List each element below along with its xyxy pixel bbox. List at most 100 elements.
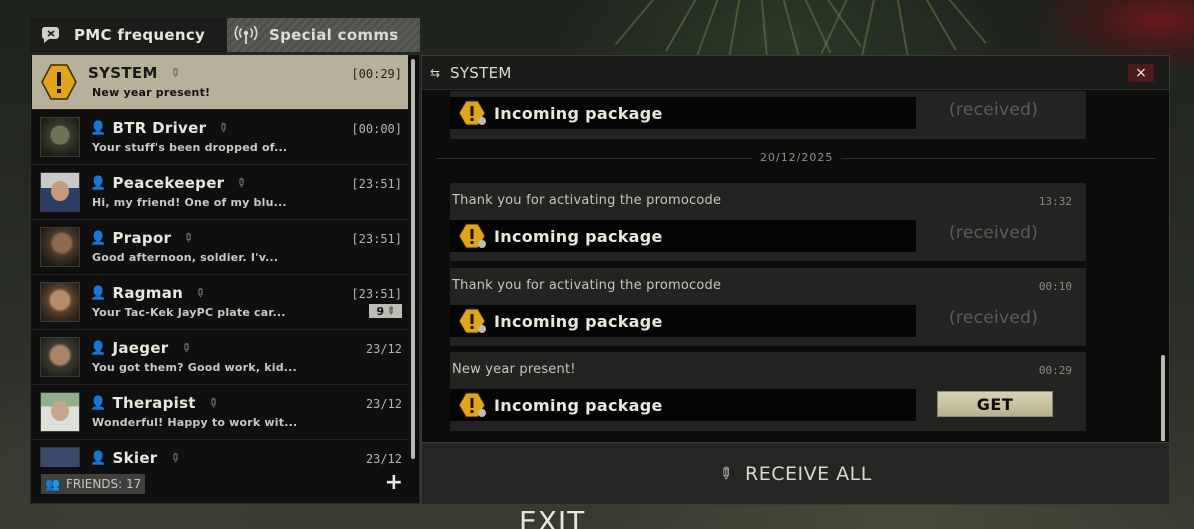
avatar <box>40 117 80 157</box>
pmc-chat-icon <box>38 22 64 48</box>
friends-icon: 👥 <box>45 477 60 491</box>
chat-item-peacekeeper[interactable]: 👤 Peacekeeper ✎ [23:51] Hi, my friend! O… <box>32 165 408 220</box>
message-card: Thank you for activating the promocode 1… <box>450 183 1086 261</box>
radio-antenna-icon <box>233 22 259 48</box>
pin-icon[interactable]: ✎ <box>177 339 194 356</box>
avatar <box>40 447 80 467</box>
chat-name: 👤 Peacekeeper ✎ <box>90 174 251 192</box>
tab-special-comms[interactable]: Special comms <box>227 18 420 52</box>
system-warning-icon <box>41 64 77 100</box>
message-time: 00:10 <box>1038 280 1072 293</box>
pin-icon[interactable]: ✎ <box>166 449 183 466</box>
message-time: 00:29 <box>1038 364 1072 377</box>
pin-icon[interactable]: ✎ <box>215 119 232 136</box>
user-icon: 👤 <box>90 450 107 466</box>
get-button[interactable]: GET <box>937 391 1053 417</box>
package-warning-icon <box>458 223 486 249</box>
chat-time: [00:00] <box>351 122 402 136</box>
received-status: (received) <box>949 223 1039 243</box>
user-icon: 👤 <box>90 395 107 411</box>
pin-icon[interactable]: ✎ <box>192 284 209 301</box>
chat-time: 23/12 <box>365 452 402 466</box>
message-text: Thank you for activating the promocode <box>452 193 722 208</box>
incoming-package[interactable]: Incoming package <box>450 305 916 337</box>
chat-item-jaeger[interactable]: 👤 Jaeger ✎ 23/12 You got them? Good work… <box>32 330 408 385</box>
incoming-package[interactable]: Incoming package <box>450 389 916 421</box>
chat-time: [23:51] <box>351 287 402 301</box>
avatar <box>40 392 80 432</box>
chat-list-footer: 👥 FRIENDS: 17 + <box>31 467 419 503</box>
tab-special-label: Special comms <box>269 26 399 44</box>
avatar <box>40 172 80 212</box>
incoming-package[interactable]: Incoming package <box>450 97 916 129</box>
system-chat-icon: ⇆ <box>430 65 441 80</box>
chat-preview: New year present! <box>92 86 211 99</box>
conversation-header: ⇆ SYSTEM × <box>422 56 1169 90</box>
chat-time: 23/12 <box>365 397 402 411</box>
comms-tabs: PMC frequency Special comms <box>30 18 420 52</box>
chat-name: 👤 Skier ✎ <box>90 449 184 467</box>
message-card: Incoming package (received) <box>450 91 1086 139</box>
tab-pmc-label: PMC frequency <box>74 26 206 44</box>
incoming-package[interactable]: Incoming package <box>450 220 916 252</box>
chat-item-ragman[interactable]: 👤 Ragman ✎ [23:51] Your Tac-Kek JayPC pl… <box>32 275 408 330</box>
user-icon: 👤 <box>90 340 107 356</box>
message-time: 13:32 <box>1038 195 1072 208</box>
message-text: New year present! <box>452 362 576 377</box>
pin-icon[interactable]: ✎ <box>233 174 250 191</box>
package-warning-icon <box>458 392 486 418</box>
pin-icon[interactable]: ✎ <box>180 229 197 246</box>
friends-button[interactable]: 👥 FRIENDS: 17 <box>41 474 146 494</box>
chat-name: 👤 BTR Driver ✎ <box>90 119 233 137</box>
chat-item-skier[interactable]: 👤 Skier ✎ 23/12 <box>32 440 408 467</box>
background-pine-branch <box>420 0 1194 60</box>
pin-icon[interactable]: ✎ <box>204 394 221 411</box>
tab-pmc-frequency[interactable]: PMC frequency <box>30 18 227 52</box>
conversation-title: SYSTEM <box>450 63 512 82</box>
message-card: New year present! 00:29 Incoming package… <box>450 352 1086 431</box>
conversation-panel: ⇆ SYSTEM × Incoming package (received) 2… <box>421 55 1170 505</box>
chat-time: 23/12 <box>365 342 402 356</box>
message-text: Thank you for activating the promocode <box>452 278 722 293</box>
chat-name: 👤 Ragman ✎ <box>90 284 209 302</box>
chat-item-btr-driver[interactable]: 👤 BTR Driver ✎ [00:00] Your stuff's been… <box>32 110 408 165</box>
exit-button[interactable]: EXIT <box>519 505 585 529</box>
message-feed: Incoming package (received) 20/12/2025 T… <box>422 91 1169 441</box>
date-divider: 20/12/2025 <box>752 151 842 164</box>
chat-time: [00:29] <box>351 67 402 81</box>
pin-icon[interactable]: ✎ <box>166 64 183 81</box>
add-friend-button[interactable]: + <box>385 470 403 495</box>
chat-name: 👤 Therapist ✎ <box>90 394 222 412</box>
chat-time: [23:51] <box>351 177 402 191</box>
paperclip-icon: ✎ <box>383 304 398 318</box>
avatar <box>40 282 80 322</box>
close-button[interactable]: × <box>1128 64 1154 82</box>
avatar <box>40 337 80 377</box>
chat-name: SYSTEM ✎ <box>88 64 184 82</box>
user-icon: 👤 <box>90 285 107 301</box>
user-icon: 👤 <box>90 230 107 246</box>
chat-preview: Your stuff's been dropped of... <box>92 141 288 154</box>
chat-list: SYSTEM ✎ [00:29] New year present! 👤 BTR… <box>32 55 408 467</box>
chat-item-therapist[interactable]: 👤 Therapist ✎ 23/12 Wonderful! Happy to … <box>32 385 408 440</box>
chat-list-scrollbar[interactable] <box>411 59 415 459</box>
package-warning-icon <box>458 308 486 334</box>
avatar <box>40 227 80 267</box>
user-icon: 👤 <box>90 120 107 136</box>
chat-item-prapor[interactable]: 👤 Prapor ✎ [23:51] Good afternoon, soldi… <box>32 220 408 275</box>
chat-item-system[interactable]: SYSTEM ✎ [00:29] New year present! <box>32 55 408 110</box>
received-status: (received) <box>949 100 1039 120</box>
chat-preview: Hi, my friend! One of my blu... <box>92 196 287 209</box>
attachment-count-badge: 9 ✎ <box>369 304 402 318</box>
paperclip-icon: ✎ <box>714 461 738 486</box>
receive-all-button[interactable]: ✎ RECEIVE ALL <box>422 442 1169 504</box>
message-feed-scrollbar[interactable] <box>1161 355 1165 441</box>
chat-time: [23:51] <box>351 232 402 246</box>
chat-name: 👤 Jaeger ✎ <box>90 339 195 357</box>
package-warning-icon <box>458 100 486 126</box>
chat-preview: Wonderful! Happy to work wit... <box>92 416 298 429</box>
message-card: Thank you for activating the promocode 0… <box>450 268 1086 346</box>
chat-name: 👤 Prapor ✎ <box>90 229 198 247</box>
chat-preview: Good afternoon, soldier. I'v... <box>92 251 279 264</box>
chat-preview: You got them? Good work, kid... <box>92 361 297 374</box>
